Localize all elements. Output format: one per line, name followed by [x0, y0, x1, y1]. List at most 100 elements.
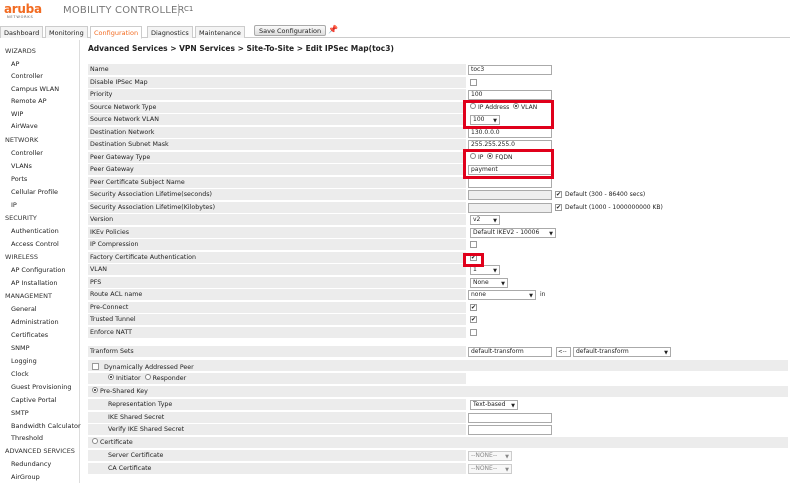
trusted-tunnel-checkbox[interactable]: ✔ [470, 316, 477, 323]
server-cert-select[interactable]: --NONE-- ▼ [468, 451, 512, 461]
sidebar-item-ports[interactable]: Ports [0, 175, 27, 187]
dst-net-input[interactable]: 130.0.0.0 [468, 127, 552, 138]
ikev-policies-select[interactable]: Default IKEV2 - 10006 ▼ [470, 227, 556, 238]
sa-lifetime-sec-input[interactable] [468, 190, 552, 200]
sa-lifetime-sec-default-label: Default (300 - 86400 secs) [565, 191, 646, 198]
pfs-select[interactable]: None ▼ [470, 277, 508, 288]
sidebar-item-wip[interactable]: WIP [0, 110, 23, 122]
move-left-button[interactable]: <-- [556, 347, 571, 357]
sidebar-item-authentication[interactable]: Authentication [0, 227, 59, 239]
row-pfs: PFS None ▼ [88, 276, 788, 289]
rep-type-value: Text-based [473, 401, 506, 408]
tab-monitoring[interactable]: Monitoring [45, 26, 88, 38]
disable-map-label: Disable IPSec Map [88, 76, 466, 89]
sidebar-item-access-control[interactable]: Access Control [0, 240, 59, 252]
chevron-down-icon: ▼ [511, 403, 515, 409]
route-acl-label: Route ACL name [88, 289, 466, 301]
verify-secret-input[interactable] [468, 425, 552, 435]
sidebar-item-clock[interactable]: Clock [0, 370, 29, 382]
src-net-type-label: Source Network Type [88, 101, 466, 114]
tab-maintenance[interactable]: Maintenance [195, 26, 245, 38]
sidebar-item-administration[interactable]: Administration [0, 318, 59, 330]
sidebar-item-airgroup[interactable]: AirGroup [0, 473, 40, 483]
sidebar-item-cellular-profile[interactable]: Cellular Profile [0, 188, 58, 200]
sidebar-item-vlans[interactable]: VLANs [0, 162, 32, 174]
disable-map-checkbox[interactable] [470, 78, 477, 86]
chevron-down-icon: ▼ [529, 293, 533, 299]
enforce-natt-label: Enforce NATT [88, 326, 466, 339]
radio-pre-shared-key[interactable] [92, 387, 98, 393]
sidebar-item-threshold[interactable]: Threshold [0, 434, 43, 446]
ike-secret-input[interactable] [468, 412, 552, 423]
sidebar-item-airwave[interactable]: AirWave [0, 122, 38, 134]
sidebar-item-logging[interactable]: Logging [0, 357, 37, 369]
ca-cert-select[interactable]: --NONE-- ▼ [468, 463, 512, 474]
save-configuration-button[interactable]: Save Configuration [254, 25, 327, 36]
priority-input[interactable]: 100 [468, 90, 552, 100]
sidebar-section-wireless: WIRELESS [5, 253, 38, 261]
sidebar-item-ap[interactable]: AP [0, 60, 19, 72]
vlan-field-label: VLAN [88, 264, 466, 276]
sidebar-item-campus-wlan[interactable]: Campus WLAN [0, 85, 59, 97]
sidebar-item-ip[interactable]: IP [0, 201, 17, 213]
header: aruba NETWORKS MOBILITY CONTROLLER C1 [0, 0, 790, 24]
sidebar-item-ap-installation[interactable]: AP Installation [0, 279, 57, 291]
sa-lifetime-sec-default-checkbox[interactable]: ✔ [555, 191, 562, 198]
row-dst-net: Destination Network 130.0.0.0 [88, 126, 788, 139]
rep-type-select[interactable]: Text-based ▼ [470, 400, 518, 410]
version-select[interactable]: v2 ▼ [470, 215, 500, 225]
sidebar-item-guest-provisioning[interactable]: Guest Provisioning [0, 383, 71, 395]
radio-certificate[interactable] [92, 438, 98, 444]
sidebar-item-controller[interactable]: Controller [0, 149, 43, 161]
row-name: Name toc3 [88, 64, 788, 76]
peer-cert-subject-label: Peer Certificate Subject Name [88, 176, 466, 189]
row-enforce-natt: Enforce NATT [88, 326, 788, 339]
sidebar-item-remote-ap[interactable]: Remote AP [0, 97, 47, 109]
sidebar-item-bandwidth-calculator[interactable]: Bandwidth Calculator [0, 422, 81, 434]
dyn-peer-checkbox[interactable] [92, 363, 99, 370]
tab-configuration[interactable]: Configuration [90, 26, 143, 39]
pre-connect-checkbox[interactable]: ✔ [470, 303, 477, 311]
transform-sets-list[interactable]: default-transform [468, 347, 552, 357]
row-peer-gw: Peer Gateway payment [88, 164, 788, 176]
vlan-value: 1 [473, 266, 477, 273]
tab-dashboard[interactable]: Dashboard [0, 26, 44, 38]
tab-diagnostics[interactable]: Diagnostics [147, 26, 193, 38]
initiator-responder-cell: Initiator Responder [88, 373, 466, 385]
sidebar-item-captive-portal[interactable]: Captive Portal [0, 396, 57, 408]
transform-sets-select[interactable]: default-transform ▼ [573, 347, 671, 357]
pfs-value: None [473, 278, 489, 286]
row-vlan: VLAN 1 ▼ [88, 264, 788, 276]
sidebar-item-ap-configuration[interactable]: AP Configuration [0, 266, 66, 278]
radio-responder[interactable] [144, 374, 151, 380]
sidebar-item-certificates[interactable]: Certificates [0, 331, 48, 343]
row-dst-mask: Destination Subnet Mask 255.255.255.0 [88, 139, 788, 151]
chevron-down-icon: ▼ [493, 218, 497, 224]
dst-mask-label: Destination Subnet Mask [88, 139, 466, 151]
row-rep-type: Representation Type Text-based ▼ [88, 399, 788, 411]
peer-cert-subject-input[interactable] [468, 177, 552, 188]
route-acl-select[interactable]: none ▼ [468, 290, 536, 300]
sidebar-item-general[interactable]: General [0, 305, 37, 317]
aruba-logo[interactable]: aruba NETWORKS [4, 3, 42, 20]
dyn-peer-label: Dynamically Addressed Peer [104, 364, 194, 371]
sa-lifetime-kb-default-checkbox[interactable]: ✔ [555, 203, 562, 211]
name-input[interactable]: toc3 [468, 65, 552, 75]
enforce-natt-checkbox[interactable] [470, 328, 477, 336]
sidebar-item-smtp[interactable]: SMTP [0, 409, 29, 421]
dst-net-label: Destination Network [88, 126, 466, 139]
sidebar-item-controller[interactable]: Controller [0, 72, 43, 84]
sidebar-item-redundancy[interactable]: Redundancy [0, 460, 51, 472]
row-sa-lifetime-kb: Security Association Lifetime(Kilobytes)… [88, 201, 788, 214]
row-ike-secret: IKE Shared Secret [88, 411, 788, 424]
name-label: Name [88, 64, 466, 76]
row-transform-sets: Tranform Sets default-transform <-- defa… [88, 346, 788, 358]
pin-icon[interactable]: 📌 [328, 25, 338, 34]
sidebar-item-snmp[interactable]: SNMP [0, 344, 30, 356]
row-priority: Priority 100 [88, 89, 788, 101]
radio-initiator[interactable] [108, 374, 114, 380]
sa-lifetime-kb-default-label: Default (1000 - 1000000000 KB) [565, 203, 663, 211]
row-certificate: Certificate [88, 437, 788, 449]
sa-lifetime-kb-input[interactable] [468, 202, 552, 213]
ip-compression-checkbox[interactable] [470, 241, 477, 248]
